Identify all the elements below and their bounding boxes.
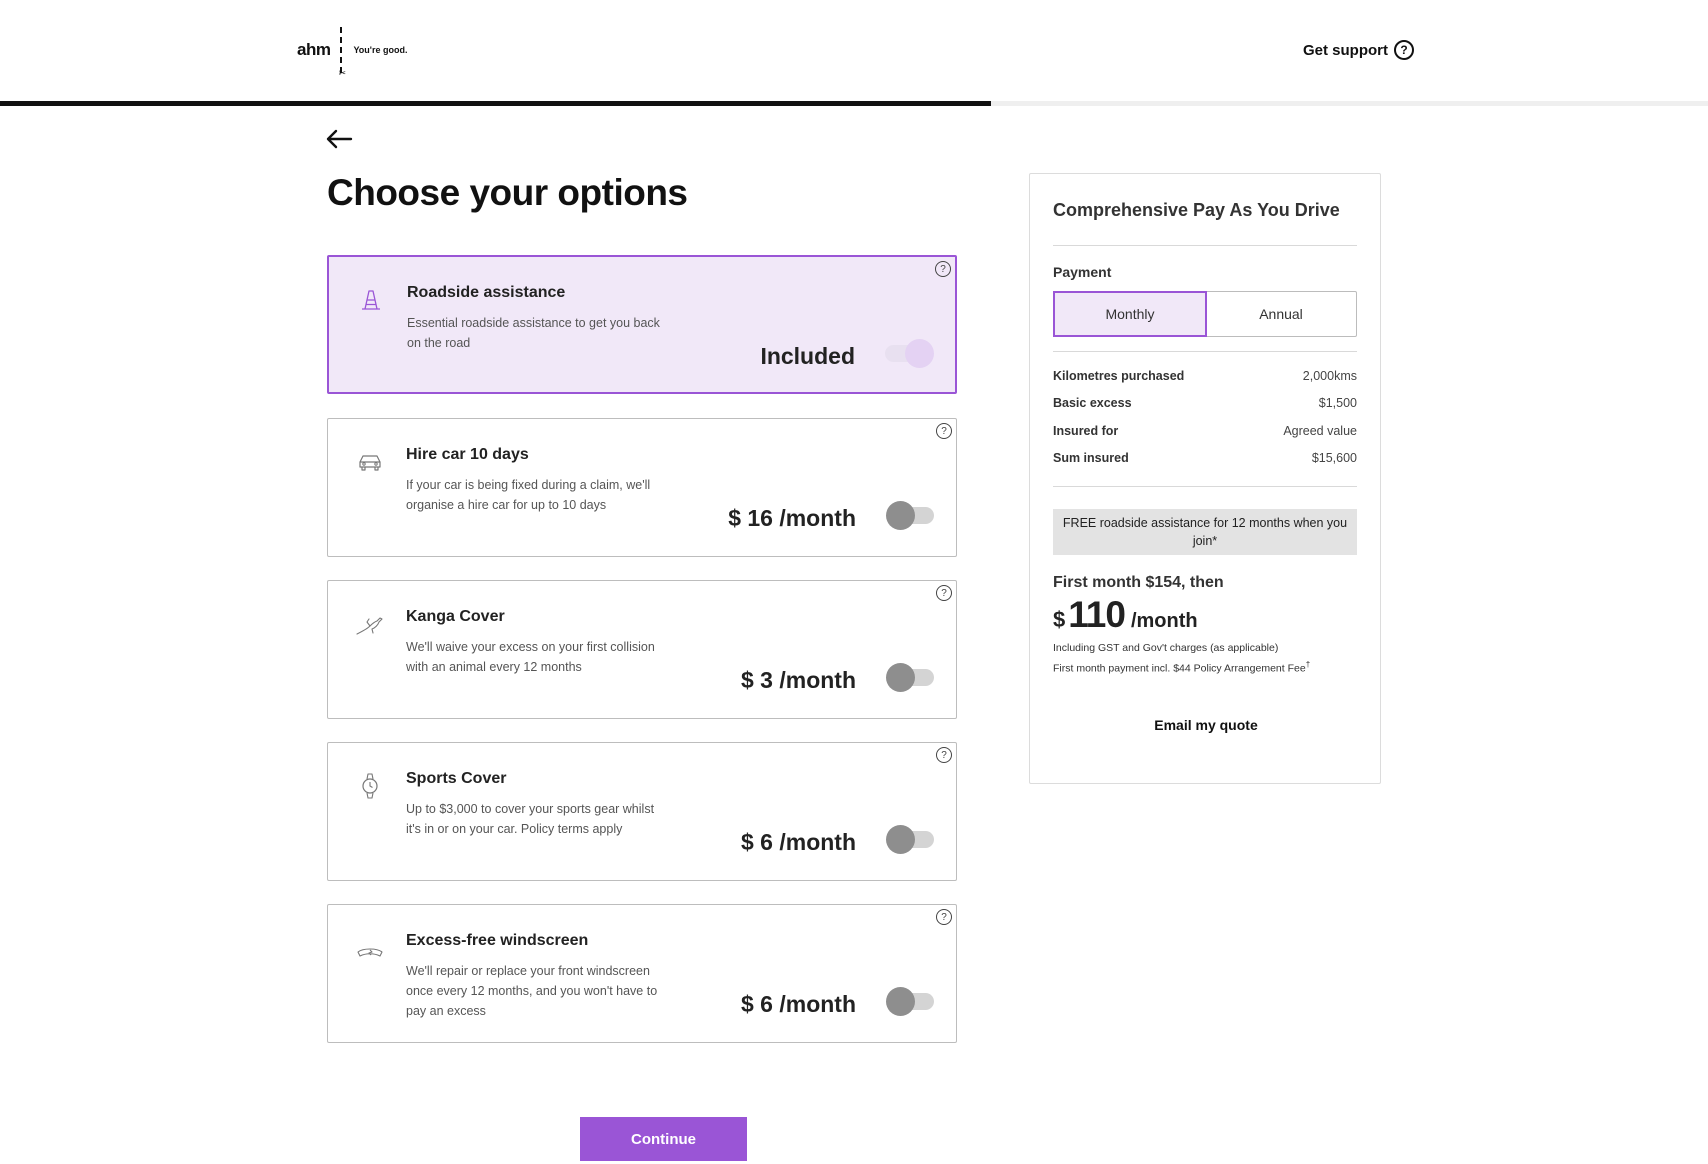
option-description: Essential roadside assistance to get you… <box>407 316 660 350</box>
divider <box>1053 245 1357 246</box>
divider <box>1053 351 1357 352</box>
kangaroo-icon <box>356 617 383 635</box>
progress-bar <box>0 101 991 106</box>
price-amount: 110 <box>1068 594 1126 635</box>
monthly-button[interactable]: Monthly <box>1053 291 1207 337</box>
option-title: Roadside assistance <box>407 284 566 301</box>
dagger-mark: † <box>1305 660 1311 669</box>
traffic-cone-icon <box>362 290 380 310</box>
first-month-text: First month $154, then <box>1053 574 1224 591</box>
help-icon: ? <box>1394 40 1414 60</box>
option-price: $ 16 /month <box>728 505 856 531</box>
windscreen-icon <box>357 948 383 957</box>
detail-key: Kilometres purchased <box>1053 369 1185 383</box>
option-title: Hire car 10 days <box>406 446 529 463</box>
payment-frequency-toggle: Monthly Annual <box>1053 291 1357 337</box>
option-card-windscreen[interactable]: ? Excess-free windscreen We'll repair or… <box>327 904 957 1043</box>
detail-key: Sum insured <box>1053 451 1129 465</box>
payment-label: Payment <box>1053 264 1112 280</box>
option-description: We'll repair or replace your front winds… <box>406 964 658 1018</box>
email-quote-link[interactable]: Email my quote <box>1030 717 1382 733</box>
detail-value: $1,500 <box>1318 396 1357 410</box>
summary-title: Comprehensive Pay As You Drive <box>1053 200 1340 220</box>
detail-row: Basic excess $1,500 <box>1053 396 1357 410</box>
detail-row: Sum insured $15,600 <box>1053 451 1357 465</box>
option-price: $ 6 /month <box>740 991 856 1017</box>
option-card-kanga-cover[interactable]: ? Kanga Cover We'll waive your excess on… <box>327 580 957 719</box>
option-price: $ 3 /month <box>740 667 856 693</box>
annual-button[interactable]: Annual <box>1206 292 1356 336</box>
fee-note-text: First month payment incl. $44 Policy Arr… <box>1053 662 1306 675</box>
detail-row: Insured for Agreed value <box>1053 424 1357 438</box>
monthly-price: $ 110 /month <box>1053 594 1198 636</box>
site-header: ahm ✂ You're good. Get support ? <box>0 0 1708 102</box>
option-toggle[interactable] <box>886 663 934 692</box>
option-description: If your car is being fixed during a clai… <box>406 478 651 512</box>
option-description: We'll waive your excess on your first co… <box>406 640 655 674</box>
gst-note: Including GST and Gov't charges (as appl… <box>1053 642 1279 654</box>
logo-divider: ✂ <box>338 27 346 78</box>
option-toggle[interactable] <box>886 501 934 530</box>
scissors-icon: ✂ <box>338 68 347 78</box>
help-icon[interactable]: ? <box>936 909 952 925</box>
option-price: Included <box>760 343 855 369</box>
fee-note: First month payment incl. $44 Policy Arr… <box>1053 660 1310 675</box>
help-icon[interactable]: ? <box>936 585 952 601</box>
detail-value: 2,000kms <box>1302 369 1357 383</box>
option-title: Kanga Cover <box>406 608 505 625</box>
detail-key: Basic excess <box>1053 396 1132 410</box>
price-currency: $ <box>1053 607 1066 632</box>
option-title: Excess-free windscreen <box>406 932 589 949</box>
ahm-logo[interactable]: ahm ✂ You're good. <box>297 26 408 78</box>
get-support-link[interactable]: Get support ? <box>1303 40 1414 60</box>
option-card-roadside[interactable]: ? Roadside assistance Essential roadside… <box>327 255 957 394</box>
page-title: Choose your options <box>327 172 688 213</box>
option-description: Up to $3,000 to cover your sports gear w… <box>406 802 655 836</box>
option-title: Sports Cover <box>406 770 507 787</box>
help-icon[interactable]: ? <box>936 747 952 763</box>
help-icon[interactable]: ? <box>936 423 952 439</box>
logo-wordmark: ahm <box>297 40 331 59</box>
detail-row: Kilometres purchased 2,000kms <box>1053 369 1357 383</box>
price-period: /month <box>1130 610 1198 632</box>
option-card-hire-car[interactable]: ? Hire car 10 days If your car is being … <box>327 418 957 557</box>
quote-summary-panel: Comprehensive Pay As You Drive Payment M… <box>1029 173 1381 784</box>
help-icon[interactable]: ? <box>935 261 951 277</box>
car-icon <box>359 455 381 471</box>
back-arrow-icon[interactable] <box>325 128 353 150</box>
option-card-sports-cover[interactable]: ? Sports Cover Up to $3,000 to cover you… <box>327 742 957 881</box>
option-toggle[interactable] <box>885 339 934 368</box>
logo-tagline: You're good. <box>353 45 408 55</box>
promo-banner: FREE roadside assistance for 12 months w… <box>1053 509 1357 555</box>
detail-key: Insured for <box>1053 424 1119 438</box>
divider <box>1053 486 1357 487</box>
option-price: $ 6 /month <box>740 829 856 855</box>
option-toggle[interactable] <box>886 825 934 854</box>
continue-button[interactable]: Continue <box>580 1117 747 1161</box>
get-support-label: Get support <box>1303 41 1388 59</box>
option-toggle[interactable] <box>886 987 934 1016</box>
detail-value: Agreed value <box>1283 424 1357 438</box>
watch-icon <box>362 773 378 799</box>
detail-value: $15,600 <box>1311 451 1357 465</box>
